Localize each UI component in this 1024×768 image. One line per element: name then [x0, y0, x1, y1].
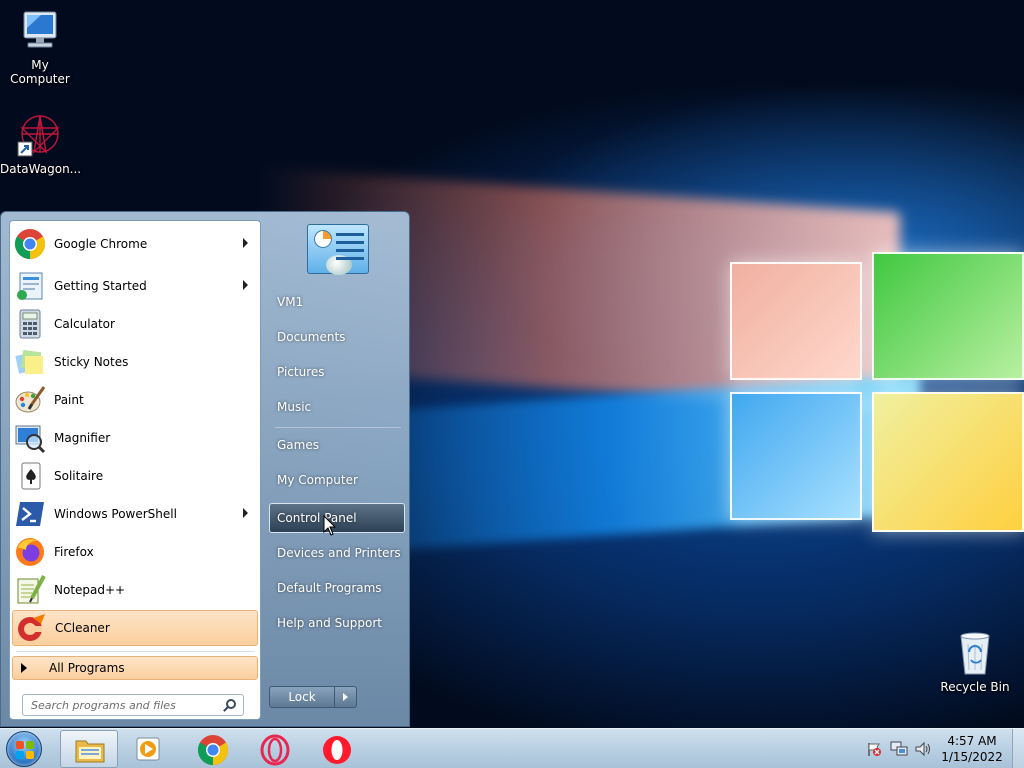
program-notepadpp[interactable]: Notepad++: [12, 572, 258, 608]
datawagon-icon: [16, 112, 64, 160]
user-picture-globe: [326, 255, 352, 275]
computer-icon: [16, 8, 64, 56]
search-input[interactable]: [23, 695, 213, 715]
volume-icon[interactable]: [914, 741, 932, 757]
explorer-icon: [75, 740, 105, 763]
program-getting-started[interactable]: Getting Started: [12, 268, 258, 304]
paint-icon: [14, 384, 46, 416]
submenu-arrow-icon[interactable]: [243, 508, 248, 518]
program-solitaire[interactable]: Solitaire: [12, 458, 258, 494]
program-label: Paint: [54, 393, 84, 407]
taskbar-opera-button[interactable]: [308, 730, 366, 768]
program-firefox[interactable]: Firefox: [12, 534, 258, 570]
getting-started-icon: [14, 270, 46, 302]
places-item-default-programs[interactable]: Default Programs: [269, 573, 405, 603]
submenu-arrow-icon[interactable]: [243, 280, 248, 290]
magnifier-icon: [14, 422, 46, 454]
search-box[interactable]: [22, 694, 244, 716]
places-separator: [275, 427, 401, 428]
start-button[interactable]: [6, 731, 42, 767]
start-menu-programs-pane: Google Chrome Getting Started Calculator…: [9, 220, 261, 720]
desktop-icon-my-computer[interactable]: My Computer: [0, 8, 80, 86]
program-label: CCleaner: [55, 621, 110, 635]
network-icon[interactable]: [890, 741, 908, 757]
windows-logo-icon: [16, 741, 34, 759]
program-label: Solitaire: [54, 469, 104, 483]
places-item-control-panel[interactable]: Control Panel: [269, 503, 405, 533]
wallpaper-window-pane: [730, 262, 862, 380]
lock-button[interactable]: Lock: [269, 686, 335, 708]
chrome-icon: [197, 735, 229, 765]
powershell-icon: [14, 498, 46, 530]
taskbar-media-player-button[interactable]: [120, 730, 178, 768]
calculator-icon: [14, 308, 46, 340]
places-item-pictures[interactable]: Pictures: [269, 357, 405, 387]
taskbar-opera-gx-button[interactable]: [246, 730, 304, 768]
places-item-help-and-support[interactable]: Help and Support: [269, 608, 405, 638]
arrow-right-icon: [21, 663, 27, 673]
places-item-documents[interactable]: Documents: [269, 322, 405, 352]
user-picture[interactable]: [307, 224, 369, 275]
all-programs-label: All Programs: [49, 661, 125, 675]
shutdown-options-arrow-icon[interactable]: [335, 686, 357, 708]
start-menu: Google Chrome Getting Started Calculator…: [0, 211, 410, 727]
program-sticky-notes[interactable]: Sticky Notes: [12, 344, 258, 380]
desktop-icon-datawagon[interactable]: DataWagon...: [0, 112, 82, 176]
taskbar-chrome-button[interactable]: [184, 730, 242, 768]
taskbar-explorer-button[interactable]: [60, 730, 118, 768]
programs-separator: [16, 651, 254, 652]
program-google-chrome[interactable]: Google Chrome: [12, 226, 258, 262]
taskbar: 4:57 AM 1/15/2022: [0, 728, 1024, 768]
desktop-icon-label: DataWagon...: [0, 162, 82, 176]
program-magnifier[interactable]: Magnifier: [12, 420, 258, 456]
places-item-games[interactable]: Games: [269, 430, 405, 460]
program-label: Getting Started: [54, 279, 147, 293]
opera-gx-icon: [260, 734, 290, 766]
program-label: Magnifier: [54, 431, 111, 445]
program-paint[interactable]: Paint: [12, 382, 258, 418]
opera-icon: [323, 736, 351, 764]
program-ccleaner[interactable]: CCleaner: [12, 610, 258, 646]
recycle-bin-icon: [951, 630, 999, 678]
wallpaper-window-pane: [730, 392, 862, 520]
places-item-devices-and-printers[interactable]: Devices and Printers: [269, 538, 405, 568]
mouse-cursor-icon: [323, 515, 337, 536]
action-center-flag-icon[interactable]: [866, 741, 882, 757]
desktop-icon-label: My Computer: [10, 58, 70, 86]
program-label: Windows PowerShell: [54, 507, 177, 521]
media-player-icon: [136, 737, 160, 761]
places-item-vm1[interactable]: VM1: [269, 287, 405, 317]
wallpaper-window-pane: [872, 392, 1024, 532]
places-item-music[interactable]: Music: [269, 392, 405, 422]
chrome-icon: [14, 228, 46, 260]
ccleaner-icon: [15, 612, 47, 644]
places-item-my-computer[interactable]: My Computer: [269, 465, 405, 495]
program-label: Calculator: [54, 317, 115, 331]
all-programs-button[interactable]: All Programs: [12, 656, 258, 680]
program-label: Google Chrome: [54, 237, 148, 251]
search-icon[interactable]: [226, 699, 236, 709]
desktop-icon-label: Recycle Bin: [940, 680, 1010, 694]
submenu-arrow-icon[interactable]: [243, 238, 248, 248]
program-label: Notepad++: [54, 583, 126, 597]
program-calculator[interactable]: Calculator: [12, 306, 258, 342]
program-windows-powershell[interactable]: Windows PowerShell: [12, 496, 258, 532]
firefox-icon: [14, 536, 46, 568]
wallpaper-window-pane: [872, 252, 1024, 380]
desktop-icon-recycle-bin[interactable]: Recycle Bin: [935, 630, 1015, 694]
clock-date: 1/15/2022: [941, 750, 1003, 764]
show-desktop-button[interactable]: [1012, 729, 1024, 768]
system-clock[interactable]: 4:57 AM 1/15/2022: [940, 733, 1004, 765]
sticky-notes-icon: [14, 346, 46, 378]
program-label: Firefox: [54, 545, 94, 559]
clock-time: 4:57 AM: [947, 734, 997, 748]
notepadpp-icon: [14, 574, 46, 606]
solitaire-icon: [14, 460, 46, 492]
start-menu-places-pane: VM1 Documents Pictures Music Games My Co…: [267, 212, 411, 728]
program-label: Sticky Notes: [54, 355, 129, 369]
